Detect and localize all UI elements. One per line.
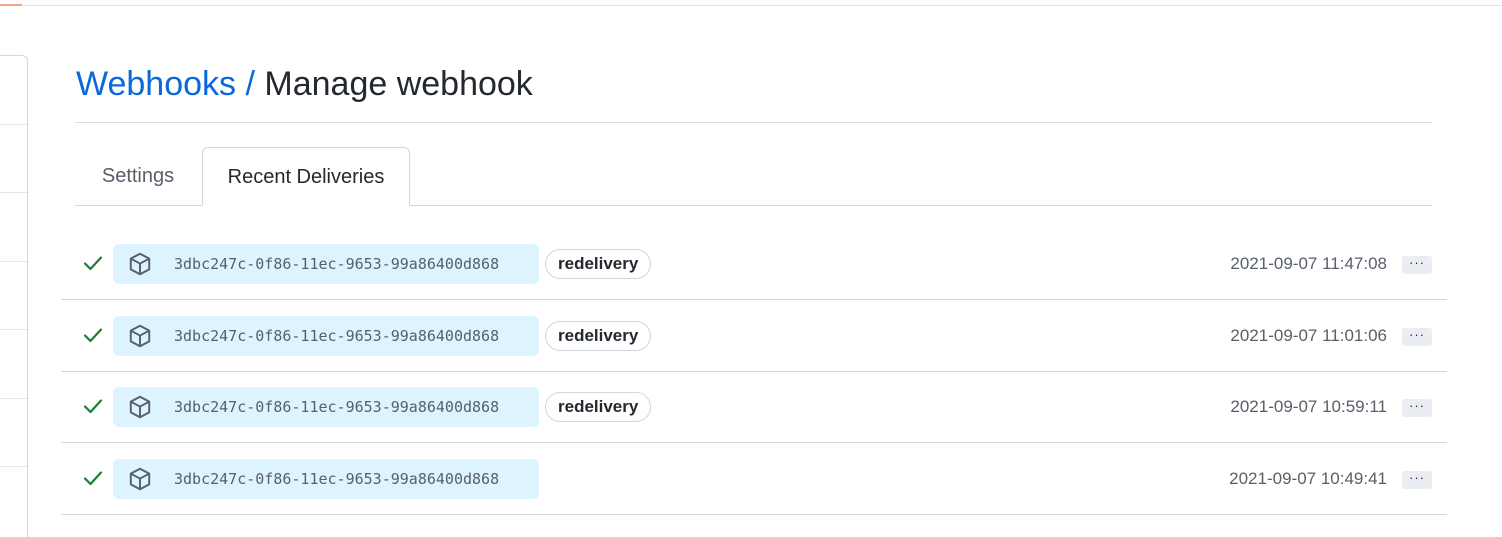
delivery-timestamp: 2021-09-07 11:01:06 [1230, 325, 1387, 345]
breadcrumb-webhooks-link[interactable]: Webhooks [76, 65, 236, 103]
package-icon [129, 324, 151, 347]
delivery-guid-link[interactable]: 3dbc247c-0f86-11ec-9653-99a86400d868 [113, 387, 539, 427]
package-icon [129, 252, 151, 276]
settings-sidebar [0, 55, 29, 537]
breadcrumb-current: Manage webhook [264, 65, 533, 103]
delivery-timestamp: 2021-09-07 10:59:11 [1230, 397, 1387, 416]
sidebar-divider [0, 124, 29, 125]
delivery-guid: 3dbc247c-0f86-11ec-9653-99a86400d868 [174, 469, 500, 488]
progress-accent [0, 4, 22, 6]
delivery-guid-link[interactable]: 3dbc247c-0f86-11ec-9653-99a86400d868 [113, 458, 539, 499]
check-icon [83, 470, 103, 485]
package-icon [129, 395, 151, 419]
tab-bar: Settings Recent Deliveries [75, 147, 1432, 206]
sidebar-divider [0, 466, 29, 467]
check-icon [83, 327, 103, 342]
check-icon [83, 256, 103, 271]
top-border [0, 0, 1502, 6]
more-options-button[interactable]: ··· [1402, 327, 1432, 346]
delivery-row[interactable]: 3dbc247c-0f86-11ec-9653-99a86400d868 rede… [61, 228, 1447, 300]
redelivery-badge: redelivery [545, 320, 652, 351]
tab-recent-deliveries[interactable]: Recent Deliveries [202, 147, 410, 206]
delivery-guid: 3dbc247c-0f86-11ec-9653-99a86400d868 [174, 255, 500, 273]
more-options-button[interactable]: ··· [1402, 470, 1432, 489]
delivery-row[interactable]: 3dbc247c-0f86-11ec-9653-99a86400d868 rede… [61, 300, 1447, 372]
delivery-row[interactable]: 3dbc247c-0f86-11ec-9653-99a86400d868 2021… [61, 443, 1447, 515]
redelivery-badge: redelivery [545, 392, 652, 422]
sidebar-divider [0, 329, 29, 330]
breadcrumb-separator: / [245, 65, 255, 103]
delivery-guid: 3dbc247c-0f86-11ec-9653-99a86400d868 [174, 326, 500, 345]
title-divider [75, 122, 1432, 123]
more-options-button[interactable]: ··· [1402, 399, 1432, 417]
more-options-button[interactable]: ··· [1402, 256, 1432, 274]
redelivery-badge: redelivery [545, 249, 652, 279]
delivery-row[interactable]: 3dbc247c-0f86-11ec-9653-99a86400d868 rede… [61, 371, 1447, 443]
delivery-timestamp: 2021-09-07 10:49:41 [1229, 468, 1387, 488]
page-title: Webhooks / Manage webhook [76, 64, 533, 104]
sidebar-divider [0, 192, 29, 193]
package-icon [129, 467, 151, 490]
sidebar-divider [0, 398, 29, 399]
check-icon [83, 399, 103, 414]
delivery-guid-link[interactable]: 3dbc247c-0f86-11ec-9653-99a86400d868 [113, 315, 539, 356]
delivery-guid-link[interactable]: 3dbc247c-0f86-11ec-9653-99a86400d868 [113, 244, 539, 284]
delivery-timestamp: 2021-09-07 11:47:08 [1230, 254, 1387, 273]
sidebar-divider [0, 261, 29, 262]
delivery-guid: 3dbc247c-0f86-11ec-9653-99a86400d868 [174, 398, 500, 416]
tab-settings[interactable]: Settings [75, 147, 201, 206]
